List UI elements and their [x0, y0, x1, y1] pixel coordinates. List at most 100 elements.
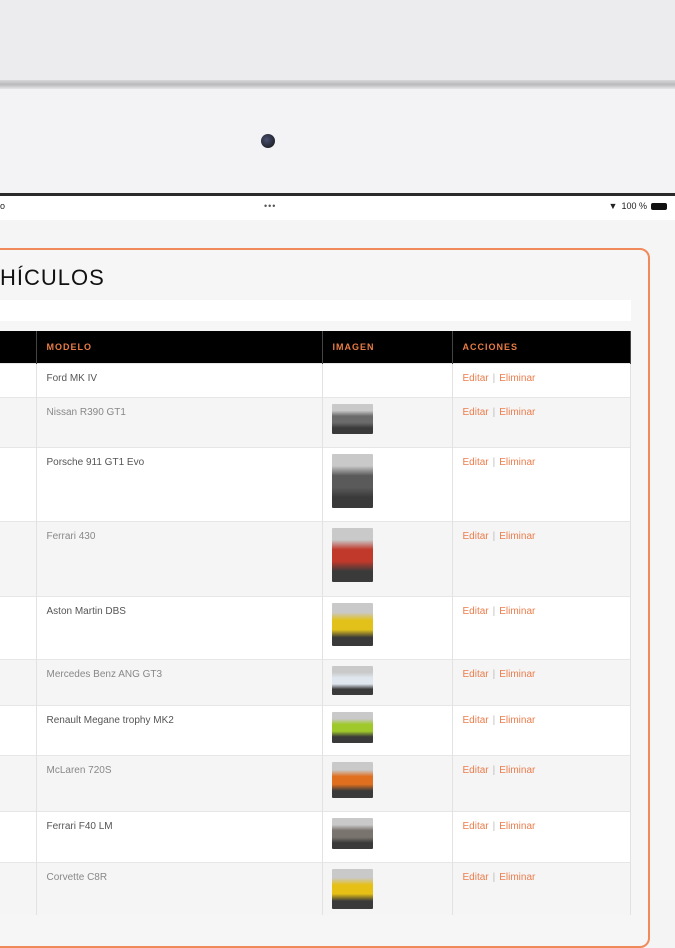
vehicle-thumbnail[interactable] [331, 527, 373, 582]
actions-cell: Editar | Eliminar [452, 861, 631, 915]
delete-link[interactable]: Eliminar [499, 457, 535, 468]
model-cell: Ford MK IV [36, 362, 323, 397]
delete-link[interactable]: Eliminar [499, 669, 535, 680]
table-row: McLaren 720S Editar | Eliminar [0, 754, 631, 811]
id-cell [0, 658, 37, 705]
id-cell [0, 595, 37, 659]
battery-percent: 100 % [621, 201, 647, 211]
column-header-image: IMAGEN [322, 331, 453, 363]
delete-link[interactable]: Eliminar [499, 407, 535, 418]
id-cell [0, 396, 37, 447]
status-left: o [0, 201, 6, 211]
table-row: Aston Martin DBS Editar | Eliminar [0, 595, 631, 659]
separator: | [492, 764, 496, 776]
model-cell: Porsche 911 GT1 Evo [36, 446, 323, 521]
id-cell [0, 520, 37, 596]
edit-link[interactable]: Editar [463, 531, 489, 542]
actions-cell: Editar | Eliminar [452, 810, 631, 862]
delete-link[interactable]: Eliminar [499, 872, 535, 883]
edit-link[interactable]: Editar [463, 872, 489, 883]
actions-cell: Editar | Eliminar [452, 396, 631, 447]
edit-link[interactable]: Editar [463, 457, 489, 468]
vehicle-thumbnail[interactable] [331, 817, 373, 849]
id-cell [0, 861, 37, 915]
vehicle-thumbnail[interactable] [331, 665, 373, 695]
table-row: Ferrari 430 Editar | Eliminar [0, 520, 631, 596]
image-cell [322, 861, 453, 915]
delete-link[interactable]: Eliminar [499, 531, 535, 542]
actions-cell: Editar | Eliminar [452, 520, 631, 596]
image-cell [322, 704, 453, 755]
table-row: Corvette C8R Editar | Eliminar [0, 861, 631, 915]
edit-link[interactable]: Editar [463, 715, 489, 726]
table-row: Ferrari F40 LM Editar | Eliminar [0, 810, 631, 862]
separator: | [492, 871, 496, 883]
id-cell [0, 362, 37, 397]
vehicles-table: MODELO IMAGEN ACCIONES Ford MK IV Editar… [0, 331, 631, 915]
image-cell [322, 396, 453, 447]
delete-link[interactable]: Eliminar [499, 715, 535, 726]
edit-link[interactable]: Editar [463, 606, 489, 617]
model-cell: Ferrari F40 LM [36, 810, 323, 862]
separator: | [492, 605, 496, 617]
wifi-icon: ▼ [608, 201, 618, 211]
separator: | [492, 372, 496, 384]
separator: | [492, 668, 496, 680]
table-row: Ford MK IV Editar | Eliminar [0, 362, 631, 397]
delete-link[interactable]: Eliminar [499, 373, 535, 384]
actions-cell: Editar | Eliminar [452, 658, 631, 705]
device-face [0, 89, 675, 193]
vehicle-thumbnail[interactable] [331, 711, 373, 743]
multitask-dots-icon[interactable]: ••• [264, 201, 276, 211]
vehicle-thumbnail[interactable] [331, 602, 373, 646]
separator: | [492, 530, 496, 542]
model-cell: Corvette C8R [36, 861, 323, 915]
table-row: Nissan R390 GT1 Editar | Eliminar [0, 396, 631, 447]
column-header-model: MODELO [36, 331, 323, 363]
id-cell [0, 446, 37, 521]
model-cell: Nissan R390 GT1 [36, 396, 323, 447]
edit-link[interactable]: Editar [463, 821, 489, 832]
image-cell [322, 520, 453, 596]
id-cell [0, 810, 37, 862]
device-bezel [0, 0, 675, 82]
vehicle-thumbnail[interactable] [331, 453, 373, 508]
image-cell [322, 595, 453, 659]
separator: | [492, 406, 496, 418]
vehicle-thumbnail[interactable] [331, 761, 373, 798]
actions-cell: Editar | Eliminar [452, 446, 631, 521]
model-cell: Renault Megane trophy MK2 [36, 704, 323, 755]
edit-link[interactable]: Editar [463, 669, 489, 680]
edit-link[interactable]: Editar [463, 373, 489, 384]
page-title: HÍCULOS [0, 265, 105, 290]
separator: | [492, 820, 496, 832]
delete-link[interactable]: Eliminar [499, 606, 535, 617]
vehicle-thumbnail[interactable] [331, 868, 373, 909]
column-header-actions: ACCIONES [452, 331, 631, 363]
id-cell [0, 704, 37, 755]
id-cell [0, 754, 37, 811]
table-row: Porsche 911 GT1 Evo Editar | Eliminar [0, 446, 631, 521]
search-input[interactable] [0, 300, 631, 321]
actions-cell: Editar | Eliminar [452, 754, 631, 811]
vehicle-thumbnail[interactable] [331, 403, 373, 434]
actions-cell: Editar | Eliminar [452, 362, 631, 397]
model-cell: Ferrari 430 [36, 520, 323, 596]
camera-icon [261, 134, 275, 148]
image-cell [322, 810, 453, 862]
delete-link[interactable]: Eliminar [499, 765, 535, 776]
edit-link[interactable]: Editar [463, 407, 489, 418]
actions-cell: Editar | Eliminar [452, 595, 631, 659]
image-cell [322, 754, 453, 811]
status-bar: o ••• ▼ 100 % [0, 196, 675, 220]
battery-icon [651, 202, 667, 210]
image-cell [322, 446, 453, 521]
image-cell [322, 658, 453, 705]
delete-link[interactable]: Eliminar [499, 821, 535, 832]
edit-link[interactable]: Editar [463, 765, 489, 776]
device-edge [0, 80, 675, 89]
model-cell: Aston Martin DBS [36, 595, 323, 659]
image-cell [322, 362, 453, 397]
table-row: Renault Megane trophy MK2 Editar | Elimina… [0, 704, 631, 755]
table-row: Mercedes Benz ANG GT3 Editar | Eliminar [0, 658, 631, 705]
